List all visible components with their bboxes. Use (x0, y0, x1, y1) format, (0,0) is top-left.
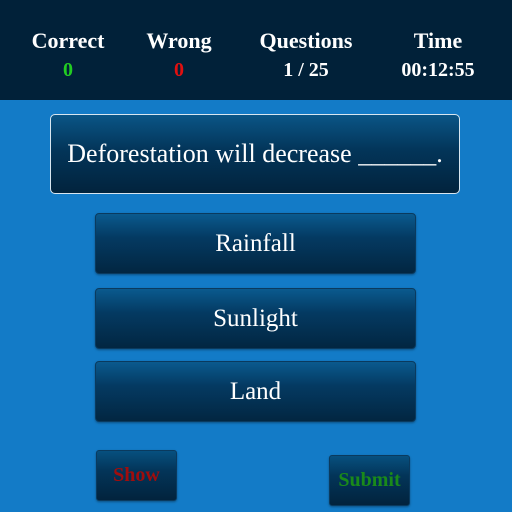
answer-option-rainfall[interactable]: Rainfall (95, 213, 416, 274)
submit-button[interactable]: Submit (329, 455, 410, 506)
show-answer-button[interactable]: Show (96, 450, 177, 501)
stats-bar: Correct 0 Wrong 0 Questions 1 / 25 Time … (0, 0, 512, 100)
answer-option-sunlight[interactable]: Sunlight (95, 288, 416, 349)
answer-option-label: Rainfall (215, 229, 296, 257)
answer-option-label: Land (229, 377, 282, 405)
correct-label: Correct (31, 28, 105, 53)
stat-wrong: Wrong 0 (119, 28, 239, 83)
stat-correct: Correct 0 (8, 28, 128, 83)
timer-value: 00:12:55 (401, 59, 475, 81)
show-button-label: Show (113, 464, 160, 486)
stat-time: Time 00:12:55 (378, 28, 498, 83)
submit-button-label: Submit (338, 469, 401, 491)
correct-count: 0 (63, 59, 73, 81)
answer-option-label: Sunlight (213, 304, 298, 332)
wrong-count: 0 (174, 59, 184, 81)
question-text: Deforestation will decrease ______. (67, 139, 443, 168)
stat-questions: Questions 1 / 25 (246, 28, 366, 83)
question-progress: 1 / 25 (283, 59, 329, 81)
time-label: Time (413, 28, 463, 53)
answer-option-land[interactable]: Land (95, 361, 416, 422)
wrong-label: Wrong (146, 28, 212, 53)
questions-label: Questions (259, 28, 353, 53)
question-box: Deforestation will decrease ______. (50, 114, 460, 194)
